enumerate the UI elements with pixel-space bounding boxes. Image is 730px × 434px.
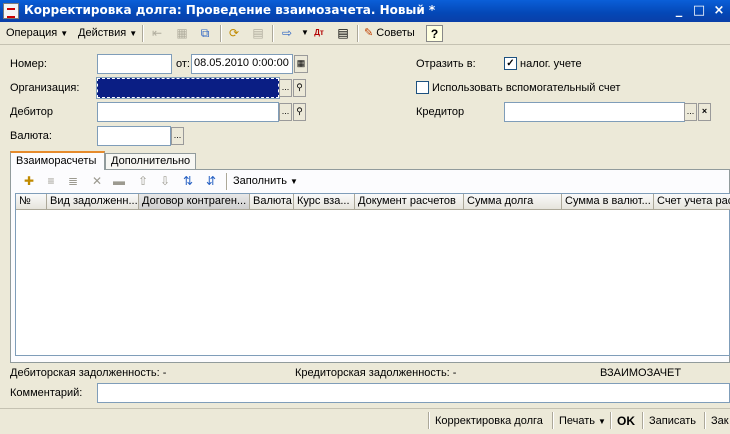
document-icon — [3, 3, 19, 19]
select-creditor-button[interactable]: ... — [684, 103, 697, 121]
chevron-down-icon: ▼ — [598, 417, 606, 426]
column-header[interactable]: Сумма в валют... — [562, 194, 654, 210]
chevron-down-icon: ▼ — [290, 177, 298, 186]
creditor-label: Кредитор — [416, 106, 465, 118]
chevron-down-icon: ▼ — [129, 29, 138, 38]
debit-summary: Дебиторская задолженность: - — [10, 367, 167, 379]
operation-type: ВЗАИМОЗАЧЕТ — [600, 367, 682, 379]
column-header[interactable]: Сумма долга — [464, 194, 562, 210]
tab-additional[interactable]: Дополнительно — [105, 153, 197, 169]
search-icon[interactable]: ⚲ — [293, 103, 306, 121]
column-header[interactable]: № — [16, 194, 47, 210]
column-header[interactable]: Счет учета расч — [654, 194, 730, 210]
debit-credit-icon[interactable]: Дт — [310, 25, 328, 42]
title-bar: Корректировка долга: Проведение взаимоза… — [0, 0, 730, 22]
aux-account-checkbox[interactable] — [416, 81, 429, 94]
go-to-icon[interactable]: ⇨ — [278, 25, 296, 42]
currency-label: Валюта: — [10, 130, 52, 142]
main-toolbar: Операция ▼ Действия ▼ ⇤ ▦ ⧉ ⟳ ▤ ⇨ ▼ Дт ▤ ✎… — [0, 22, 730, 45]
toolbar-separator — [272, 25, 274, 42]
copy-icon[interactable]: ⧉ — [196, 25, 214, 42]
column-header[interactable]: Документ расчетов — [355, 194, 464, 210]
toolbar-separator — [704, 412, 706, 429]
aux-account-label: Использовать вспомогательный счет — [432, 82, 621, 94]
date-prefix-label: от: — [176, 58, 190, 70]
fill-menu[interactable]: Заполнить ▼ — [231, 173, 300, 190]
close-button[interactable]: Зак — [708, 412, 730, 432]
sort-descending-icon[interactable]: ⇵ — [202, 173, 220, 190]
copy-row-icon[interactable]: ≡ — [42, 173, 60, 190]
toolbar-separator — [142, 25, 144, 42]
credit-summary: Кредиторская задолженность: - — [295, 367, 457, 379]
select-currency-button[interactable]: ... — [171, 127, 184, 145]
date-input[interactable]: 08.05.2010 0:00:00 — [191, 54, 293, 74]
column-header[interactable]: Валюта — [250, 194, 294, 210]
pencil-icon: ✎ — [364, 27, 374, 39]
debtor-label: Дебитор — [10, 106, 54, 118]
organization-label: Организация: — [10, 82, 80, 94]
calendar-icon[interactable]: ▦ — [294, 55, 308, 73]
sort-ascending-icon[interactable]: ⇅ — [179, 173, 197, 190]
toolbar-separator — [226, 173, 228, 190]
debtor-input[interactable] — [97, 102, 279, 122]
close-window-button[interactable]: × — [710, 2, 728, 20]
toolbar-separator — [357, 25, 359, 42]
bottom-bar: Корректировка долга Печать ▼ OK Записать … — [0, 408, 730, 434]
toolbar-separator — [428, 412, 430, 429]
tax-accounting-label: налог. учете — [520, 58, 582, 70]
end-edit-icon[interactable]: ▬ — [110, 173, 128, 190]
minimize-button[interactable]: _ — [670, 2, 688, 20]
print-menu[interactable]: Печать ▼ — [556, 412, 609, 432]
move-down-icon[interactable]: ⇩ — [156, 173, 174, 190]
save-button[interactable]: Записать — [646, 412, 699, 432]
add-row-icon[interactable]: ⇤ — [148, 25, 166, 42]
maximize-button[interactable]: □ — [690, 2, 708, 20]
advice-button-label: Советы — [376, 27, 415, 39]
window-title: Корректировка долга: Проведение взаимоза… — [24, 3, 436, 17]
clear-icon[interactable]: × — [698, 103, 711, 121]
column-header[interactable]: Договор контраген... — [139, 194, 250, 210]
journal-icon[interactable]: ▤ — [334, 25, 352, 42]
column-header[interactable]: Курс вза... — [294, 194, 355, 210]
toolbar-separator — [642, 412, 644, 429]
debt-adjustment-button[interactable]: Корректировка долга — [432, 412, 546, 432]
organization-input[interactable] — [96, 77, 280, 99]
comment-label: Комментарий: — [10, 387, 83, 399]
actions-menu-label: Действия — [78, 27, 127, 39]
delete-row-icon[interactable]: ✕ — [88, 173, 106, 190]
refresh-icon[interactable]: ⟳ — [225, 25, 243, 42]
toolbar-separator — [220, 25, 222, 42]
toolbar-separator — [552, 412, 554, 429]
move-up-icon[interactable]: ⇧ — [134, 173, 152, 190]
add-row-icon[interactable]: ✚ — [20, 173, 38, 190]
post-document-icon[interactable]: ▦ — [173, 25, 191, 42]
edit-row-icon[interactable]: ≣ — [64, 173, 82, 190]
reflect-in-label: Отразить в: — [416, 58, 476, 70]
fill-menu-label: Заполнить — [233, 175, 288, 187]
settlements-table[interactable]: № Вид задолженн... Договор контраген... … — [15, 193, 730, 356]
comment-input[interactable] — [97, 383, 730, 403]
operation-menu[interactable]: Операция ▼ — [4, 25, 70, 42]
creditor-input[interactable] — [504, 102, 685, 122]
number-input[interactable] — [97, 54, 172, 74]
number-label: Номер: — [10, 58, 47, 70]
search-icon[interactable]: ⚲ — [293, 79, 306, 97]
chevron-down-icon: ▼ — [60, 29, 69, 38]
column-header[interactable]: Вид задолженн... — [47, 194, 139, 210]
select-debtor-button[interactable]: ... — [279, 103, 292, 121]
actions-menu[interactable]: Действия ▼ — [76, 25, 139, 42]
tab-settlements[interactable]: Взаиморасчеты — [10, 151, 105, 170]
help-icon[interactable]: ? — [426, 25, 443, 42]
toolbar-separator — [610, 412, 612, 429]
ok-button[interactable]: OK — [614, 412, 638, 432]
select-organization-button[interactable]: ... — [279, 79, 292, 97]
print-menu-label: Печать — [559, 415, 596, 427]
tax-accounting-checkbox[interactable]: ✓ — [504, 57, 517, 70]
operation-menu-label: Операция — [6, 27, 58, 39]
currency-input[interactable] — [97, 126, 171, 146]
advice-button[interactable]: ✎ Советы — [362, 25, 417, 42]
structure-icon[interactable]: ▤ — [249, 25, 267, 42]
